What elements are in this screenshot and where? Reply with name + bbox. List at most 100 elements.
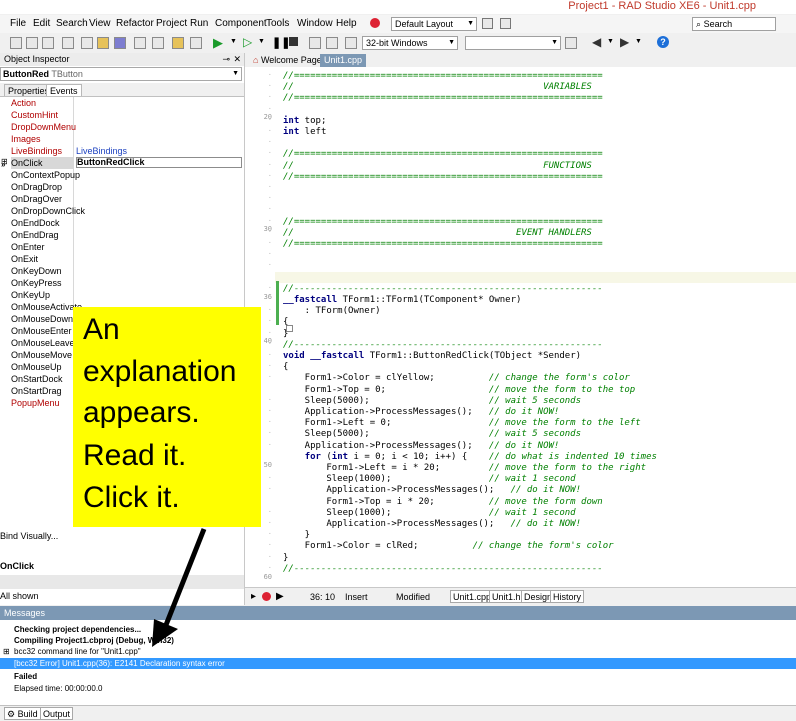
pin-icon[interactable]: ⊸ bbox=[222, 53, 230, 66]
tab-unit1-cpp[interactable]: Unit1.cpp bbox=[320, 54, 367, 67]
event-row[interactable]: DropDownMenu bbox=[0, 121, 244, 133]
run-icon[interactable]: ▶ bbox=[213, 35, 223, 51]
event-row[interactable]: LiveBindings LiveBindings bbox=[0, 145, 244, 157]
save-all-icon[interactable] bbox=[134, 37, 146, 49]
build-config-combo[interactable]: ▼ bbox=[465, 36, 561, 50]
menu-tools[interactable]: Tools bbox=[266, 18, 289, 29]
new-items-icon[interactable] bbox=[26, 37, 38, 49]
event-row[interactable]: OnKeyPress bbox=[0, 277, 244, 289]
menu-run[interactable]: Run bbox=[190, 18, 208, 29]
event-row[interactable]: OnDropDownClick bbox=[0, 205, 244, 217]
run-nodebug-dropdown-icon[interactable]: ▼ bbox=[258, 38, 265, 45]
new-icon[interactable] bbox=[10, 37, 22, 49]
event-name: OnMouseEnter bbox=[11, 326, 72, 336]
close-icon[interactable]: ✕ bbox=[233, 53, 241, 66]
help-icon[interactable]: ? bbox=[657, 36, 669, 48]
tab-events[interactable]: Events bbox=[46, 84, 82, 96]
save-layout-icon[interactable] bbox=[482, 18, 493, 29]
open-icon[interactable] bbox=[42, 37, 54, 49]
save-icon[interactable] bbox=[114, 37, 126, 49]
search-input[interactable]: ⌕ Search bbox=[692, 17, 776, 31]
event-row[interactable]: OnKeyUp bbox=[0, 289, 244, 301]
event-row[interactable]: OnDragOver bbox=[0, 193, 244, 205]
stop-icon[interactable] bbox=[289, 37, 298, 46]
trace-icon[interactable] bbox=[326, 37, 338, 49]
menu-search[interactable]: Search bbox=[56, 18, 88, 29]
bottom-tab-unit1-cpp[interactable]: Unit1.cpp bbox=[450, 590, 495, 603]
gutter-dot: · bbox=[267, 194, 272, 203]
object-selector[interactable]: ButtonRed TButton ▼ bbox=[0, 67, 242, 81]
back-dropdown-icon[interactable]: ▼ bbox=[607, 38, 614, 45]
platform-combo[interactable]: 32-bit Windows ▼ bbox=[362, 36, 458, 50]
gutter-dot: · bbox=[267, 183, 272, 191]
insert-mode: Insert bbox=[345, 592, 368, 602]
event-row[interactable]: CustomHint bbox=[0, 109, 244, 121]
folder-icon[interactable] bbox=[97, 37, 109, 49]
message-line[interactable]: bcc32 command line for "Unit1.cpp" bbox=[14, 647, 141, 656]
code-line: Form1->Top = 0; // move the form to the … bbox=[283, 384, 636, 395]
view-unit-icon[interactable] bbox=[81, 37, 93, 49]
close-file-icon[interactable] bbox=[152, 37, 164, 49]
menu-file[interactable]: File bbox=[10, 18, 26, 29]
layout-combo[interactable]: Default Layout ▼ bbox=[391, 17, 477, 31]
menu-window[interactable]: Window bbox=[297, 18, 333, 29]
callout-arrow bbox=[152, 528, 207, 647]
event-row[interactable]: OnEndDock bbox=[0, 217, 244, 229]
forward-dropdown-icon[interactable]: ▼ bbox=[635, 38, 642, 45]
code-editor[interactable]: 20 30 36 40 50 60 · · · · · · · · · · · · · · · · · · · · · · · · · · · ·… bbox=[245, 67, 796, 587]
step-icon[interactable] bbox=[309, 37, 321, 49]
tab-output[interactable]: Output bbox=[40, 707, 74, 720]
run-dropdown-icon[interactable]: ▼ bbox=[230, 38, 237, 45]
menu-component[interactable]: Component bbox=[215, 18, 267, 29]
layout-settings-icon[interactable] bbox=[500, 18, 511, 29]
gutter-dot: · bbox=[267, 295, 272, 303]
menu-help[interactable]: Help bbox=[336, 18, 357, 29]
menu-refactor[interactable]: Refactor bbox=[116, 18, 154, 29]
deploy-icon[interactable] bbox=[565, 37, 577, 49]
run-without-debug-icon[interactable]: ▷ bbox=[243, 35, 252, 49]
code-line: //======================================… bbox=[283, 71, 603, 81]
event-row[interactable]: Action bbox=[0, 97, 244, 109]
menu-view[interactable]: View bbox=[89, 18, 111, 29]
message-line[interactable]: Checking project dependencies... bbox=[14, 625, 141, 634]
open-project-icon[interactable] bbox=[62, 37, 74, 49]
tab-build[interactable]: ⚙ Build bbox=[4, 707, 41, 720]
event-value[interactable]: ButtonRedClick bbox=[76, 157, 242, 168]
event-value[interactable]: LiveBindings bbox=[76, 145, 127, 157]
gutter-dot: · bbox=[267, 71, 272, 79]
message-line[interactable]: Failed bbox=[14, 672, 37, 681]
step-over-icon[interactable] bbox=[345, 37, 357, 49]
open-folder-icon[interactable] bbox=[172, 37, 184, 49]
code-line: Application->ProcessMessages(); // do it… bbox=[283, 440, 560, 451]
bottom-tab-unit1-h[interactable]: Unit1.h bbox=[489, 590, 524, 603]
menu-edit[interactable]: Edit bbox=[33, 18, 50, 29]
record-macro-icon[interactable] bbox=[262, 592, 271, 601]
event-row[interactable]: Images bbox=[0, 133, 244, 145]
pause-icon[interactable]: ❚❚ bbox=[272, 36, 290, 49]
event-row[interactable]: OnClick ButtonRedClick bbox=[0, 157, 244, 169]
message-line[interactable]: Elapsed time: 00:00:00.0 bbox=[14, 684, 103, 693]
expand-icon[interactable]: ⊞ bbox=[3, 647, 10, 656]
code-line: } bbox=[283, 530, 311, 541]
forward-icon[interactable]: ▶ bbox=[620, 35, 629, 49]
code-line: //======================================… bbox=[283, 239, 603, 249]
record-icon[interactable] bbox=[370, 18, 380, 28]
back-icon[interactable]: ◀ bbox=[592, 35, 601, 49]
code-line: // EVENT HANDLERS bbox=[283, 227, 592, 238]
code-line: //--------------------------------------… bbox=[283, 339, 603, 350]
menu-project[interactable]: Project bbox=[156, 18, 187, 29]
event-row[interactable]: OnEndDrag bbox=[0, 229, 244, 241]
bind-visually-link[interactable]: Bind Visually... bbox=[0, 531, 58, 541]
bottom-tab-history[interactable]: History bbox=[550, 590, 585, 603]
code-line: __fastcall TForm1::TForm1(TComponent* Ow… bbox=[283, 295, 522, 305]
tab-welcome-page[interactable]: ⌂ Welcome Page bbox=[249, 54, 326, 67]
event-row[interactable]: OnDragDrop bbox=[0, 181, 244, 193]
play-macro-icon[interactable]: ▶ bbox=[276, 591, 284, 602]
event-row[interactable]: OnExit bbox=[0, 253, 244, 265]
project-options-icon[interactable] bbox=[190, 37, 202, 49]
event-row[interactable]: OnEnter bbox=[0, 241, 244, 253]
error-message-row[interactable]: [bcc32 Error] Unit1.cpp(36): E2141 Decla… bbox=[0, 658, 796, 669]
event-row[interactable]: OnContextPopup bbox=[0, 169, 244, 181]
step-icon[interactable]: ▸ bbox=[251, 591, 256, 602]
event-row[interactable]: OnKeyDown bbox=[0, 265, 244, 277]
